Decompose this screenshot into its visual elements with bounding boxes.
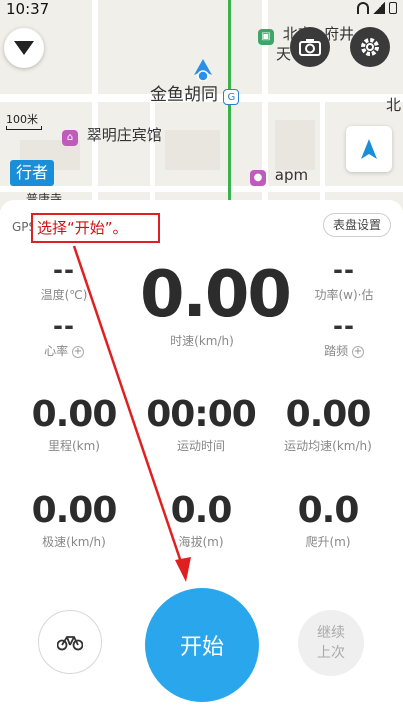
metro-icon: G: [223, 89, 240, 105]
add-icon[interactable]: +: [71, 346, 84, 358]
distance-value: 0.00: [31, 394, 118, 435]
map-road: [92, 0, 98, 210]
compass-button[interactable]: [346, 126, 392, 172]
sport-type-button[interactable]: [38, 610, 102, 674]
camera-icon: [299, 39, 321, 56]
app-logo: 行者: [10, 160, 54, 186]
temperature-metric[interactable]: -- 温度(℃): [28, 256, 100, 303]
map-road: [150, 100, 155, 210]
altitude-label: 海拔(m): [178, 535, 224, 549]
add-icon[interactable]: +: [351, 346, 364, 358]
battery-icon: [389, 2, 397, 14]
distance-metric[interactable]: 0.00 里程(km): [9, 394, 139, 454]
navigation-arrow-icon: [361, 139, 377, 159]
status-time: 10:37: [6, 0, 50, 18]
map-block: [275, 120, 315, 170]
chevron-down-icon: [14, 41, 34, 55]
avg-speed-label: 运动均速(km/h): [284, 439, 372, 453]
heart-rate-label: 心率: [44, 344, 69, 358]
altitude-metric[interactable]: 0.0 海拔(m): [136, 490, 266, 550]
hotel-label: ⌂ 翠明庄宾馆: [62, 124, 162, 146]
collapse-map-button[interactable]: [4, 28, 44, 68]
map-road: [320, 102, 325, 210]
location-marker-icon: [194, 59, 212, 81]
cadence-value: --: [333, 312, 355, 340]
distance-label: 里程(km): [47, 439, 100, 453]
wifi-icon: [357, 2, 369, 14]
max-speed-metric[interactable]: 0.00 极速(km/h): [9, 490, 139, 550]
climb-value: 0.0: [297, 490, 360, 531]
instruction-annotation: 选择“开始”。: [31, 213, 160, 243]
apm-label: ● apm: [250, 166, 308, 186]
cadence-label-row: 踏频 +: [298, 342, 390, 359]
hotel-icon: ⌂: [62, 130, 78, 146]
map-label: 北: [386, 96, 402, 114]
duration-label: 运动时间: [176, 439, 225, 453]
map-scale: 100米: [6, 113, 38, 126]
temperature-value: --: [53, 256, 75, 284]
duration-value: 00:00: [146, 394, 257, 435]
speed-label: 时速(km/h): [170, 334, 234, 348]
avg-speed-metric[interactable]: 0.00 运动均速(km/h): [263, 394, 393, 454]
heart-rate-value: --: [53, 312, 75, 340]
temperature-label: 温度(℃): [40, 288, 88, 302]
scale-bar: [6, 126, 42, 130]
climb-metric[interactable]: 0.0 爬升(m): [263, 490, 393, 550]
map-block: [165, 130, 220, 170]
heart-rate-label-row: 心率 +: [28, 342, 100, 359]
map-view[interactable]: 10:37 ▣ 北京 府井 天 北 金鱼胡同 G ⌂ 翠明庄宾馆 ● apm 普…: [0, 0, 403, 210]
speed-value: 0.00: [140, 258, 292, 332]
resume-label-line1: 继续: [317, 625, 345, 641]
gear-icon: [361, 38, 379, 56]
avg-speed-value: 0.00: [285, 394, 372, 435]
start-button[interactable]: 开始: [145, 588, 259, 702]
power-value: --: [333, 256, 355, 284]
status-icons: [357, 2, 397, 14]
climb-label: 爬升(m): [305, 535, 351, 549]
settings-button[interactable]: [350, 27, 390, 67]
altitude-value: 0.0: [170, 490, 233, 531]
camera-button[interactable]: [290, 27, 330, 67]
data-panel: GPS 选择“开始”。 表盘设置 -- 温度(℃) -- 心率 + 0.00 时…: [0, 200, 403, 720]
shopping-bag-icon: ●: [250, 170, 266, 186]
cadence-metric[interactable]: -- 踏频 +: [298, 312, 390, 359]
heart-rate-metric[interactable]: -- 心率 +: [28, 312, 100, 359]
power-metric[interactable]: -- 功率(w)·估: [298, 256, 390, 303]
poi-icon: ▣: [258, 29, 274, 45]
signal-icon: [373, 2, 385, 14]
bicycle-icon: [57, 636, 83, 651]
max-speed-value: 0.00: [31, 490, 118, 531]
resume-last-button[interactable]: 继续 上次: [298, 610, 364, 676]
duration-metric[interactable]: 00:00 运动时间: [136, 394, 266, 454]
place-label: 金鱼胡同 G: [150, 80, 240, 105]
map-label: 天: [276, 45, 292, 63]
dial-settings-button[interactable]: 表盘设置: [323, 213, 391, 237]
max-speed-label: 极速(km/h): [42, 535, 106, 549]
cadence-label: 踏频: [324, 344, 349, 358]
power-label: 功率(w)·估: [314, 288, 374, 302]
resume-label-line2: 上次: [317, 645, 345, 661]
